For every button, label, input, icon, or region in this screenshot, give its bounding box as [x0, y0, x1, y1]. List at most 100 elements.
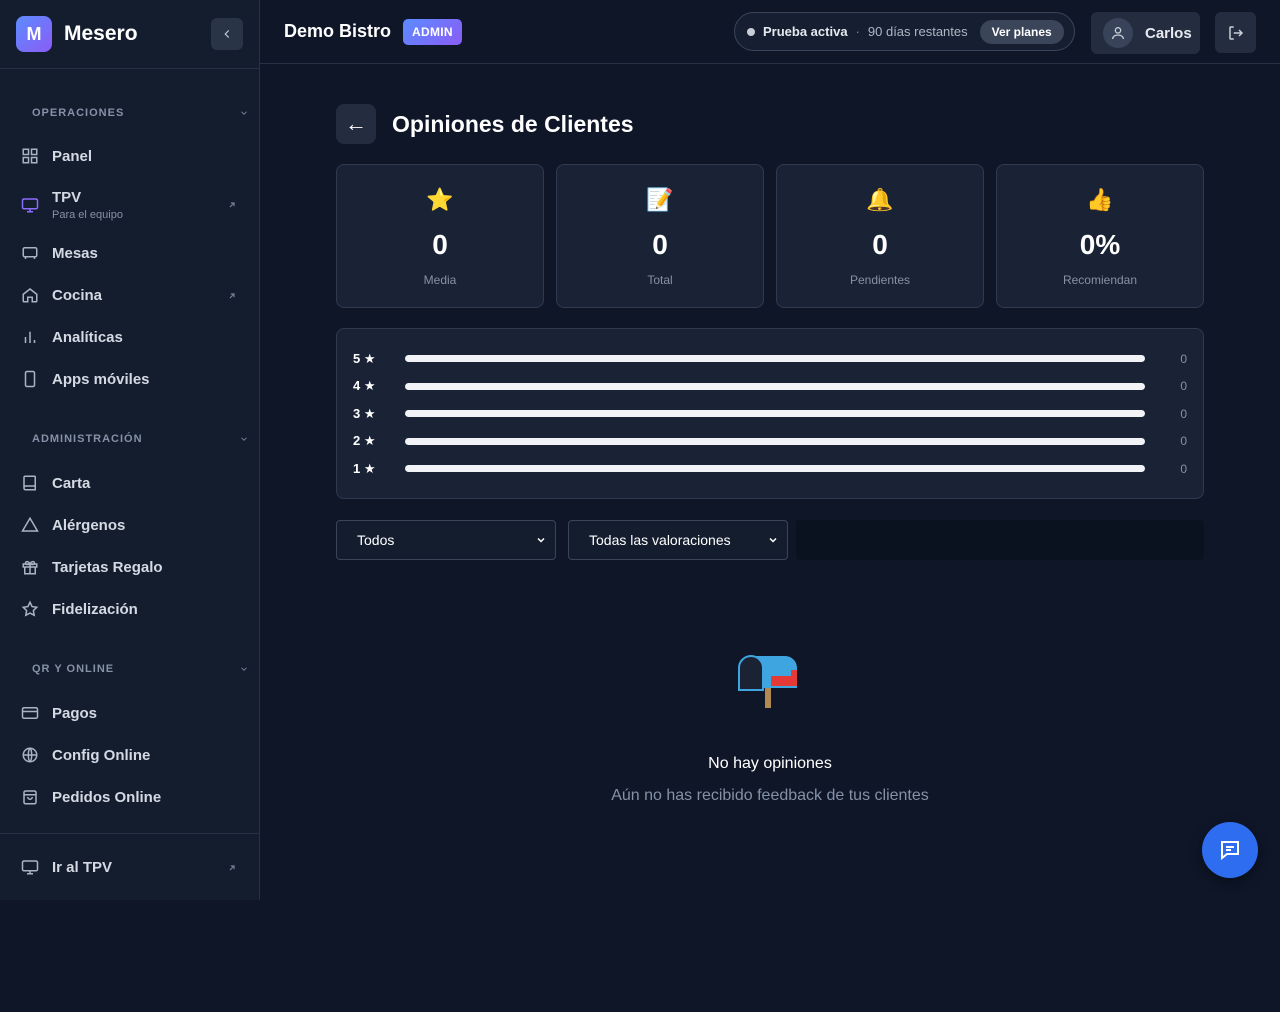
status-filter-select[interactable]: Todos	[336, 520, 556, 560]
brand-logo: M	[16, 16, 52, 52]
bell-icon: 🔔	[866, 187, 894, 212]
rating-count: 0	[1180, 434, 1187, 449]
home-icon	[20, 285, 40, 305]
sidebar-item-analiticas[interactable]: Analíticas	[0, 316, 259, 358]
sidebar-item-ir-al-tpv[interactable]: Ir al TPV	[0, 846, 259, 888]
rating-count: 0	[1180, 379, 1187, 394]
chevron-down-icon	[241, 667, 247, 671]
sidebar-item-label: Apps móviles	[52, 370, 150, 388]
stat-value: 0%	[1079, 229, 1121, 260]
sidebar-footer: Ir al TPV	[0, 833, 259, 900]
external-link-icon	[227, 288, 237, 305]
grid-icon	[20, 146, 40, 166]
sidebar-item-panel[interactable]: Panel	[0, 135, 259, 177]
sidebar-item-label: Pedidos Online	[52, 788, 162, 806]
globe-icon	[20, 745, 40, 765]
top-header: Demo Bistro ADMIN Prueba activa · 90 día…	[260, 0, 1280, 64]
chevron-left-icon	[224, 30, 230, 38]
sidebar-item-carta[interactable]: Carta	[0, 462, 259, 504]
shopping-bag-icon	[20, 787, 40, 807]
sidebar-item-label: Config Online	[52, 746, 151, 764]
thumbs-up-icon: 👍	[1086, 187, 1114, 212]
stat-label: Recomiendan	[1062, 273, 1138, 287]
sidebar-item-label: Panel	[52, 147, 93, 165]
stat-card-pendientes: 🔔 0 Pendientes	[776, 164, 984, 308]
sidebar-item-label: Pagos	[52, 704, 98, 722]
rating-bar-track	[405, 382, 1145, 390]
back-button[interactable]: ←	[336, 104, 376, 144]
sidebar-item-cocina[interactable]: Cocina	[0, 274, 259, 316]
stat-label: Media	[423, 273, 457, 287]
sidebar-item-pagos[interactable]: Pagos	[0, 692, 259, 734]
sidebar-item-label: Ir al TPV	[52, 858, 113, 876]
gift-icon	[20, 557, 40, 577]
sidebar-item-alergenos[interactable]: Alérgenos	[0, 504, 259, 546]
star-icon	[20, 599, 40, 619]
section-title: OPERACIONES	[32, 107, 125, 119]
trial-days-remaining: 90 días restantes	[867, 24, 968, 39]
stat-card-media: ⭐ 0 Media	[336, 164, 544, 308]
rating-filter-select[interactable]: Todas las valoraciones	[568, 520, 788, 560]
trial-status: Prueba activa · 90 días restantes Ver pl…	[734, 12, 1075, 51]
user-name: Carlos	[1145, 24, 1192, 42]
stats-row: ⭐ 0 Media 📝 0 Total 🔔 0 Pendientes 👍 0% …	[336, 164, 1204, 308]
status-filter-value: Todos	[357, 532, 395, 548]
sidebar-item-label: Mesas	[52, 244, 98, 262]
sidebar-item-label: Analíticas	[52, 328, 123, 346]
stat-value: 0	[652, 229, 668, 260]
sidebar-item-tarjetas-regalo[interactable]: Tarjetas Regalo	[0, 546, 259, 588]
stat-value: 0	[432, 229, 448, 260]
empty-title: No hay opiniones	[708, 755, 832, 772]
credit-card-icon	[20, 703, 40, 723]
memo-icon: 📝	[646, 187, 674, 212]
view-plans-button[interactable]: Ver planes	[979, 19, 1064, 44]
restaurant-name: Demo Bistro	[284, 21, 392, 41]
rating-bar-track	[405, 410, 1145, 418]
table-icon	[20, 243, 40, 263]
section-qr-online[interactable]: QR Y ONLINE	[0, 659, 259, 679]
trial-status-label: Prueba activa	[763, 24, 848, 39]
page-title: Opiniones de Clientes	[392, 111, 634, 137]
bar-chart-icon	[20, 327, 40, 347]
section-title: QR Y ONLINE	[32, 663, 115, 675]
stat-label: Pendientes	[849, 273, 911, 287]
filter-search-area[interactable]	[796, 520, 1204, 560]
sidebar-item-config-online[interactable]: Config Online	[0, 734, 259, 776]
empty-subtitle: Aún no has recibido feedback de tus clie…	[611, 787, 929, 804]
collapse-sidebar-button[interactable]	[211, 18, 243, 50]
chevron-down-icon	[241, 437, 247, 441]
brand: M Mesero	[0, 0, 259, 69]
chevron-down-icon	[769, 537, 777, 543]
rating-filter-value: Todas las valoraciones	[589, 532, 731, 548]
section-title: ADMINISTRACIÓN	[32, 433, 143, 445]
rating-row-1: 1 ★ 0	[337, 455, 1203, 483]
sidebar-item-fidelizacion[interactable]: Fidelización	[0, 588, 259, 630]
sidebar-item-label: Fidelización	[52, 600, 138, 618]
star-icon: ⭐	[426, 187, 454, 212]
smartphone-icon	[20, 369, 40, 389]
rating-label: 3 ★	[353, 405, 376, 421]
sidebar-item-label: Carta	[52, 474, 91, 492]
rating-count: 0	[1180, 351, 1187, 366]
sidebar-item-apps-moviles[interactable]: Apps móviles	[0, 358, 259, 400]
rating-bar-track	[405, 437, 1145, 445]
rating-count: 0	[1180, 461, 1187, 476]
logout-button[interactable]	[1215, 12, 1256, 53]
rating-count: 0	[1180, 406, 1187, 421]
empty-state: No hay opiniones Aún no has recibido fee…	[336, 650, 1204, 805]
stat-card-total: 📝 0 Total	[556, 164, 764, 308]
chevron-down-icon	[241, 111, 247, 115]
brand-name: Mesero	[64, 22, 138, 45]
role-badge: ADMIN	[403, 18, 462, 45]
sidebar-item-sublabel: Para el equipo	[52, 208, 123, 221]
sidebar-item-label: Cocina	[52, 286, 103, 304]
sidebar-item-mesas[interactable]: Mesas	[0, 232, 259, 274]
user-menu[interactable]: Carlos	[1091, 12, 1200, 54]
sidebar-nav[interactable]: OPERACIONES Panel TPV Para el equipo Mes…	[0, 69, 259, 833]
chat-button[interactable]	[1202, 822, 1258, 878]
sidebar-item-tpv[interactable]: TPV Para el equipo	[0, 177, 259, 232]
section-operaciones[interactable]: OPERACIONES	[0, 103, 259, 123]
monitor-icon	[20, 857, 40, 877]
sidebar-item-pedidos-online[interactable]: Pedidos Online	[0, 776, 259, 818]
section-administracion[interactable]: ADMINISTRACIÓN	[0, 429, 259, 449]
